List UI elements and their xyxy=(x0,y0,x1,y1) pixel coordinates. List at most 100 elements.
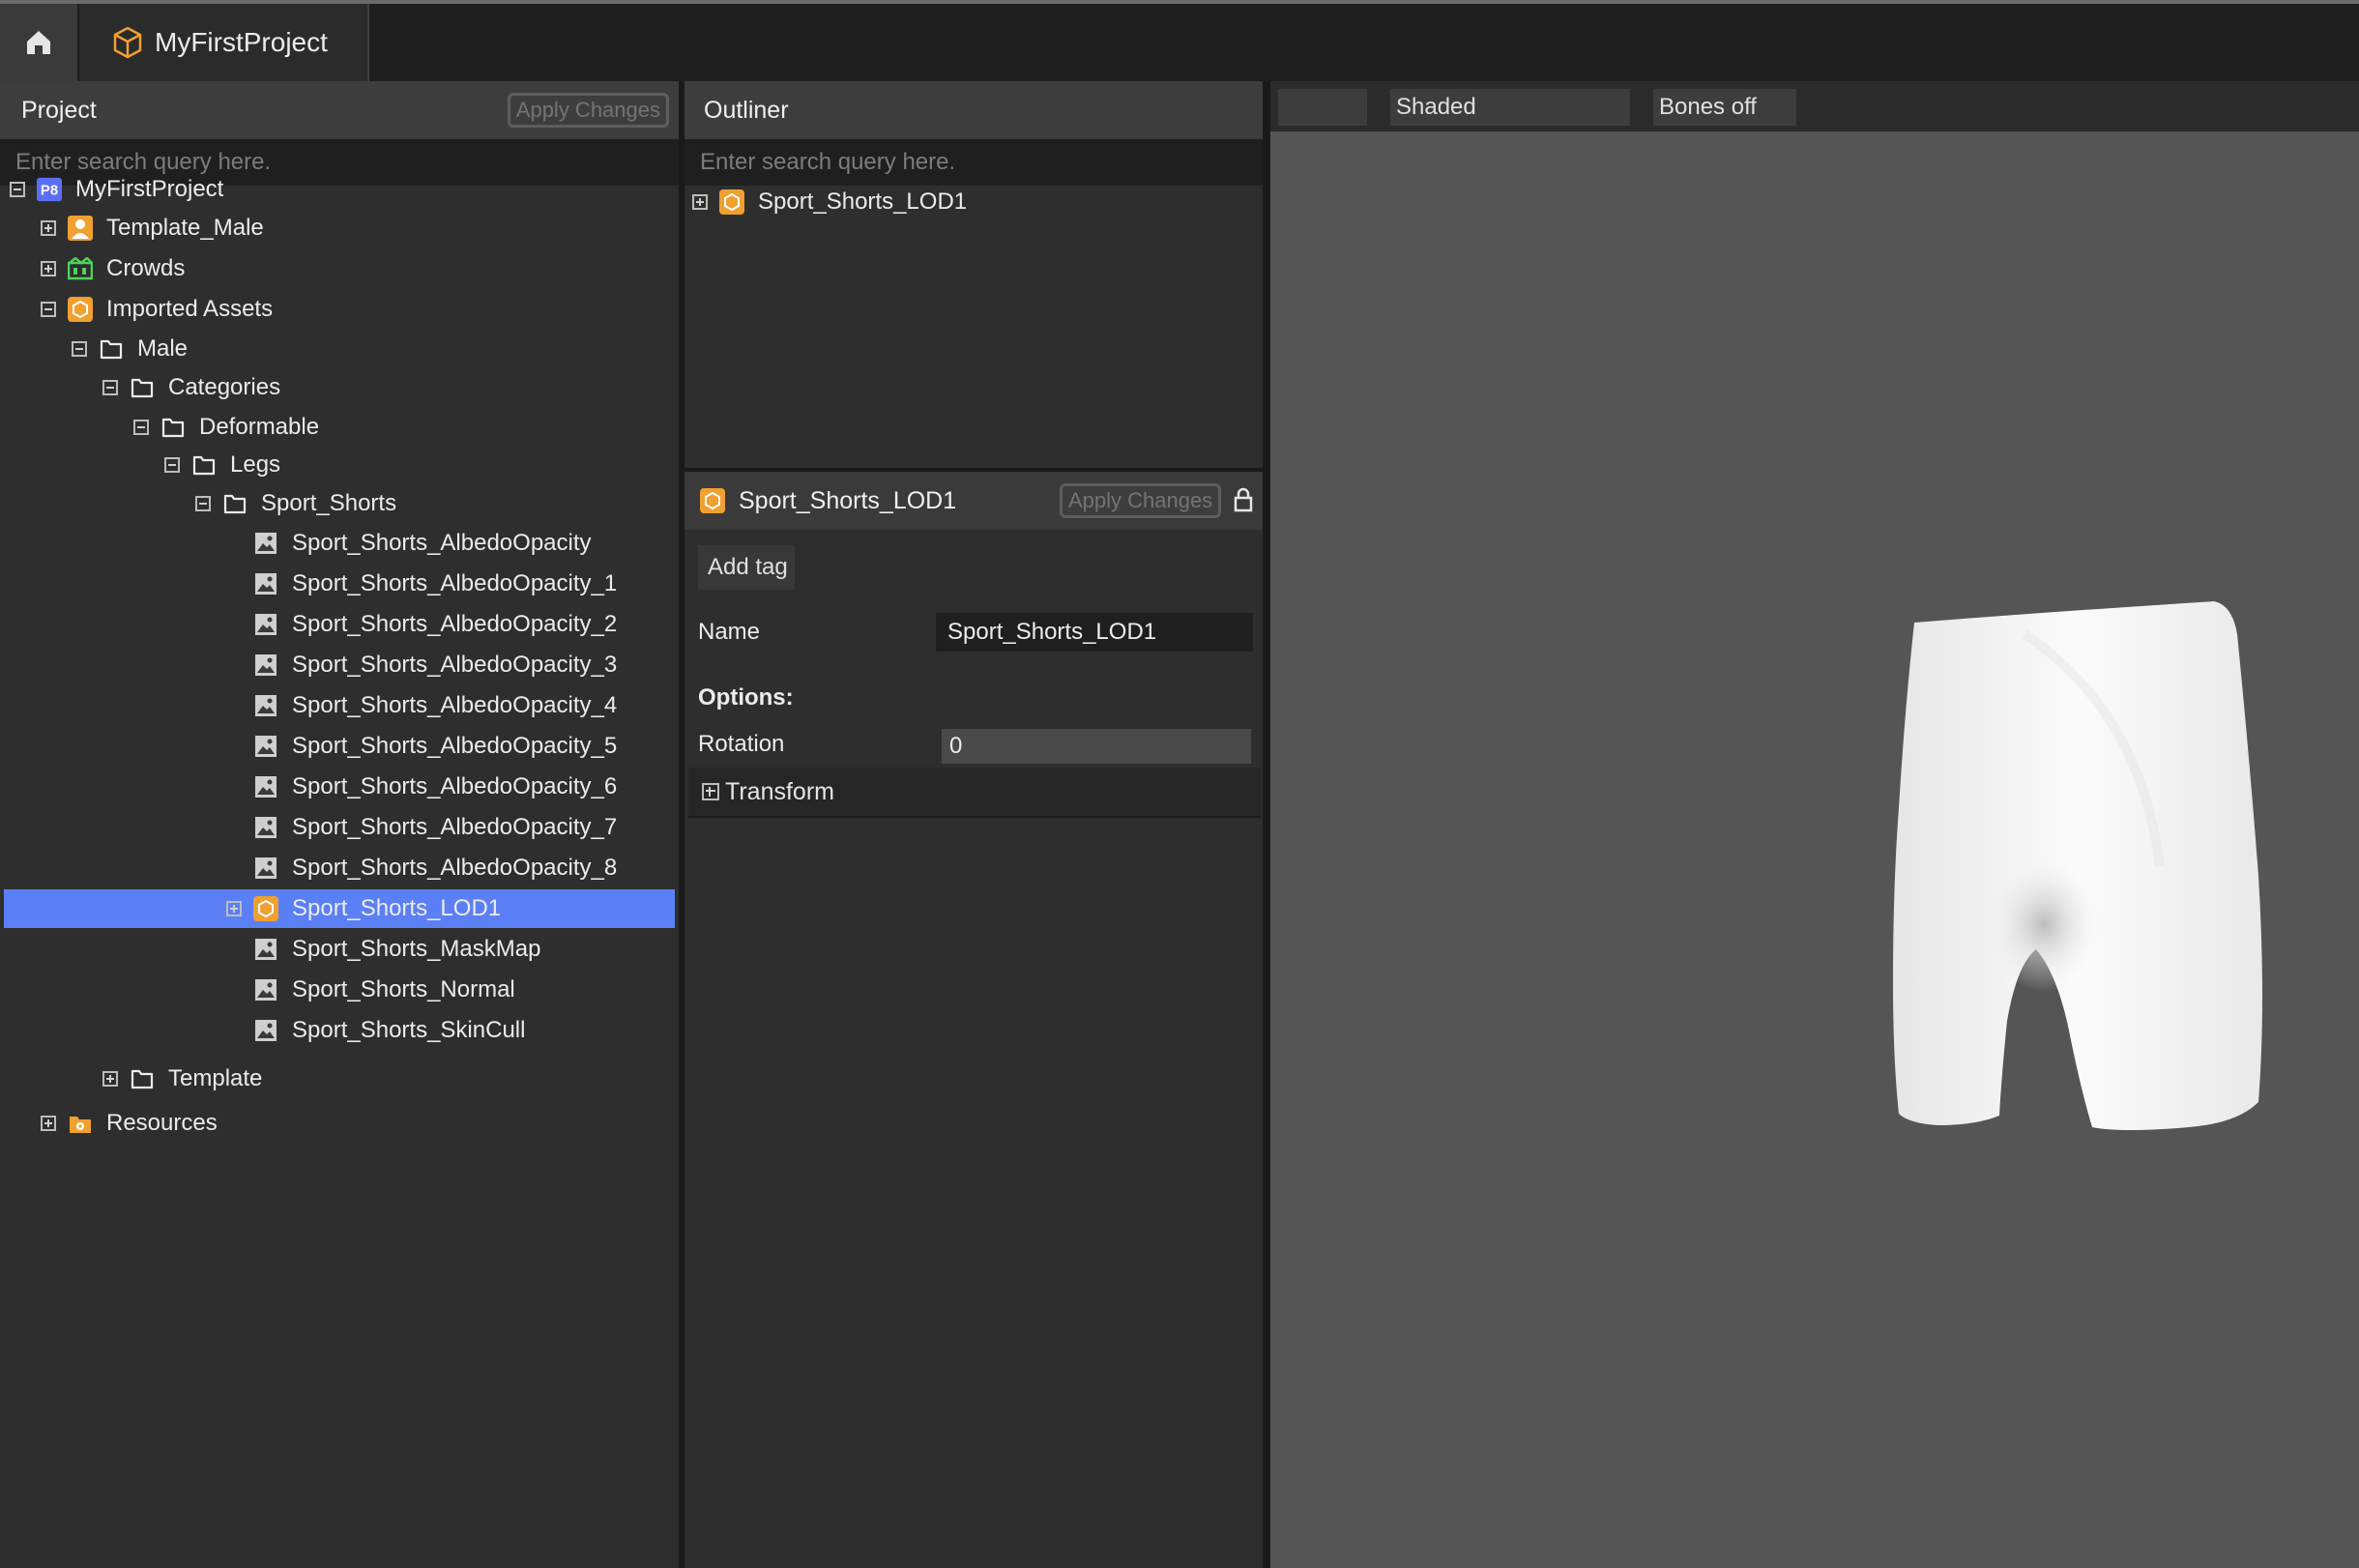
collapse-icon[interactable] xyxy=(41,302,56,318)
transform-label: Transform xyxy=(725,777,834,805)
expand-icon[interactable] xyxy=(702,783,719,800)
collapse-icon[interactable] xyxy=(10,182,25,197)
tree-item[interactable]: Sport_Shorts_AlbedoOpacity_8 xyxy=(226,849,617,887)
cube-icon xyxy=(113,26,142,59)
expand-icon[interactable] xyxy=(692,194,708,210)
shorts-3d-model xyxy=(1893,601,2262,1130)
tree-item-label: Template xyxy=(168,1064,263,1091)
tree-item-label: Sport_Shorts_Normal xyxy=(292,975,515,1002)
tree-item[interactable]: Sport_Shorts_MaskMap xyxy=(226,930,540,969)
tree-item[interactable]: P8 MyFirstProject xyxy=(10,170,223,209)
resources-icon xyxy=(68,1111,93,1136)
image-icon xyxy=(253,653,278,678)
tree-item[interactable]: Resources xyxy=(41,1104,218,1143)
tree-item[interactable]: Categories xyxy=(102,368,280,407)
tree-item[interactable]: Template_Male xyxy=(41,209,264,247)
tree-item-label: Sport_Shorts_MaskMap xyxy=(292,935,541,962)
viewport-camera-dropdown[interactable] xyxy=(1278,89,1367,126)
tree-item[interactable]: Legs xyxy=(164,446,280,484)
collapse-icon[interactable] xyxy=(72,340,87,357)
project-panel-title: Project xyxy=(21,96,97,124)
hexagon-asset-icon xyxy=(719,189,744,215)
person-icon xyxy=(68,216,93,242)
expand-icon[interactable] xyxy=(41,261,56,277)
panel-divider[interactable] xyxy=(1263,81,1270,1568)
project-panel-header: Project Apply Changes xyxy=(0,81,679,139)
tree-item-label: Sport_Shorts_AlbedoOpacity_4 xyxy=(292,691,618,718)
inspector-apply-changes-button[interactable]: Apply Changes xyxy=(1060,483,1222,518)
tree-item[interactable]: Male xyxy=(72,330,188,368)
collapse-icon[interactable] xyxy=(133,419,149,435)
options-heading: Options: xyxy=(698,684,794,711)
outliner-item[interactable]: Sport_Shorts_LOD1 xyxy=(692,184,967,220)
tree-item-label: Sport_Shorts_AlbedoOpacity_3 xyxy=(292,651,618,678)
viewport-canvas[interactable] xyxy=(1270,131,2359,1568)
tree-item[interactable]: Sport_Shorts_AlbedoOpacity_7 xyxy=(226,808,617,847)
image-icon xyxy=(253,1018,278,1043)
tree-item[interactable]: Sport_Shorts_AlbedoOpacity_3 xyxy=(226,646,617,684)
name-field[interactable]: Sport_Shorts_LOD1 xyxy=(936,613,1253,652)
project-tab-label: MyFirstProject xyxy=(155,27,328,57)
tree-item[interactable]: Sport_Shorts_AlbedoOpacity_6 xyxy=(226,768,617,806)
home-button[interactable] xyxy=(0,4,77,81)
folder-icon xyxy=(130,1066,155,1091)
tree-item[interactable]: Sport_Shorts_SkinCull xyxy=(226,1011,525,1050)
folder-icon xyxy=(160,415,186,440)
tree-item[interactable]: Crowds xyxy=(41,249,185,288)
bones-toggle-button[interactable]: Bones off xyxy=(1653,89,1796,126)
tree-item[interactable]: Sport_Shorts_LOD1 xyxy=(4,888,675,928)
tree-item[interactable]: Sport_Shorts_AlbedoOpacity xyxy=(226,524,592,563)
inspector-panel: Sport_Shorts_LOD1 Apply Changes Add tag … xyxy=(684,472,1263,1568)
tab-project[interactable]: MyFirstProject xyxy=(79,4,369,81)
tree-item[interactable]: Sport_Shorts_Normal xyxy=(226,971,515,1009)
name-label: Name xyxy=(698,619,761,645)
tree-item-label: Sport_Shorts_AlbedoOpacity xyxy=(292,529,592,556)
image-icon xyxy=(253,937,278,962)
tree-item-label: Deformable xyxy=(199,413,320,440)
collapse-icon[interactable] xyxy=(195,496,211,512)
expand-icon[interactable] xyxy=(41,220,56,237)
lock-icon[interactable] xyxy=(1234,487,1253,512)
tree-item[interactable]: Imported Assets xyxy=(41,290,273,329)
shading-mode-dropdown[interactable]: Shaded xyxy=(1390,89,1630,126)
transform-section[interactable]: Transform xyxy=(688,768,1261,818)
project-apply-changes-button[interactable]: Apply Changes xyxy=(507,93,669,128)
collapse-icon[interactable] xyxy=(164,456,180,473)
outliner-search-input[interactable]: Enter search query here. xyxy=(684,139,1263,186)
image-icon xyxy=(253,856,278,881)
tree-item[interactable]: Sport_Shorts_AlbedoOpacity_1 xyxy=(226,565,617,603)
tree-item-label: Sport_Shorts_AlbedoOpacity_8 xyxy=(292,854,618,881)
expand-icon[interactable] xyxy=(41,1116,56,1132)
collapse-icon[interactable] xyxy=(102,380,118,396)
tree-item-label: Crowds xyxy=(106,255,186,282)
tree-item[interactable]: Sport_Shorts_AlbedoOpacity_5 xyxy=(226,727,617,766)
tree-item-label: MyFirstProject xyxy=(75,176,224,202)
folder-icon xyxy=(191,452,217,478)
rotation-field[interactable]: 0 xyxy=(942,729,1251,764)
p8-project-icon: P8 xyxy=(37,177,62,202)
tree-item[interactable]: Sport_Shorts_AlbedoOpacity_2 xyxy=(226,605,617,644)
tree-item[interactable]: Sport_Shorts xyxy=(195,484,396,523)
hexagon-asset-icon xyxy=(68,297,93,323)
tree-item-label: Resources xyxy=(106,1110,218,1137)
tree-item-label: Sport_Shorts_LOD1 xyxy=(292,894,502,921)
tree-item-label: Imported Assets xyxy=(106,296,274,323)
outliner-header: Outliner xyxy=(684,81,1263,139)
expand-icon[interactable] xyxy=(102,1070,118,1087)
expand-icon[interactable] xyxy=(226,900,242,916)
add-tag-button[interactable]: Add tag xyxy=(698,545,795,590)
tree-item-label: Sport_Shorts_AlbedoOpacity_6 xyxy=(292,772,618,799)
image-icon xyxy=(253,774,278,799)
image-icon xyxy=(253,531,278,556)
outliner-title: Outliner xyxy=(704,96,789,124)
hexagon-asset-icon xyxy=(700,488,725,513)
tree-item[interactable]: Sport_Shorts_AlbedoOpacity_4 xyxy=(226,686,617,725)
tree-item-label: Categories xyxy=(168,374,281,401)
tree-item-label: Sport_Shorts_SkinCull xyxy=(292,1016,526,1043)
tree-item[interactable]: Template xyxy=(102,1060,262,1098)
tree-item-label: Sport_Shorts_AlbedoOpacity_1 xyxy=(292,569,618,596)
image-icon xyxy=(253,977,278,1002)
tree-item-label: Sport_Shorts_AlbedoOpacity_7 xyxy=(292,813,618,840)
tree-item[interactable]: Deformable xyxy=(133,408,319,447)
rotation-label: Rotation xyxy=(698,731,785,757)
